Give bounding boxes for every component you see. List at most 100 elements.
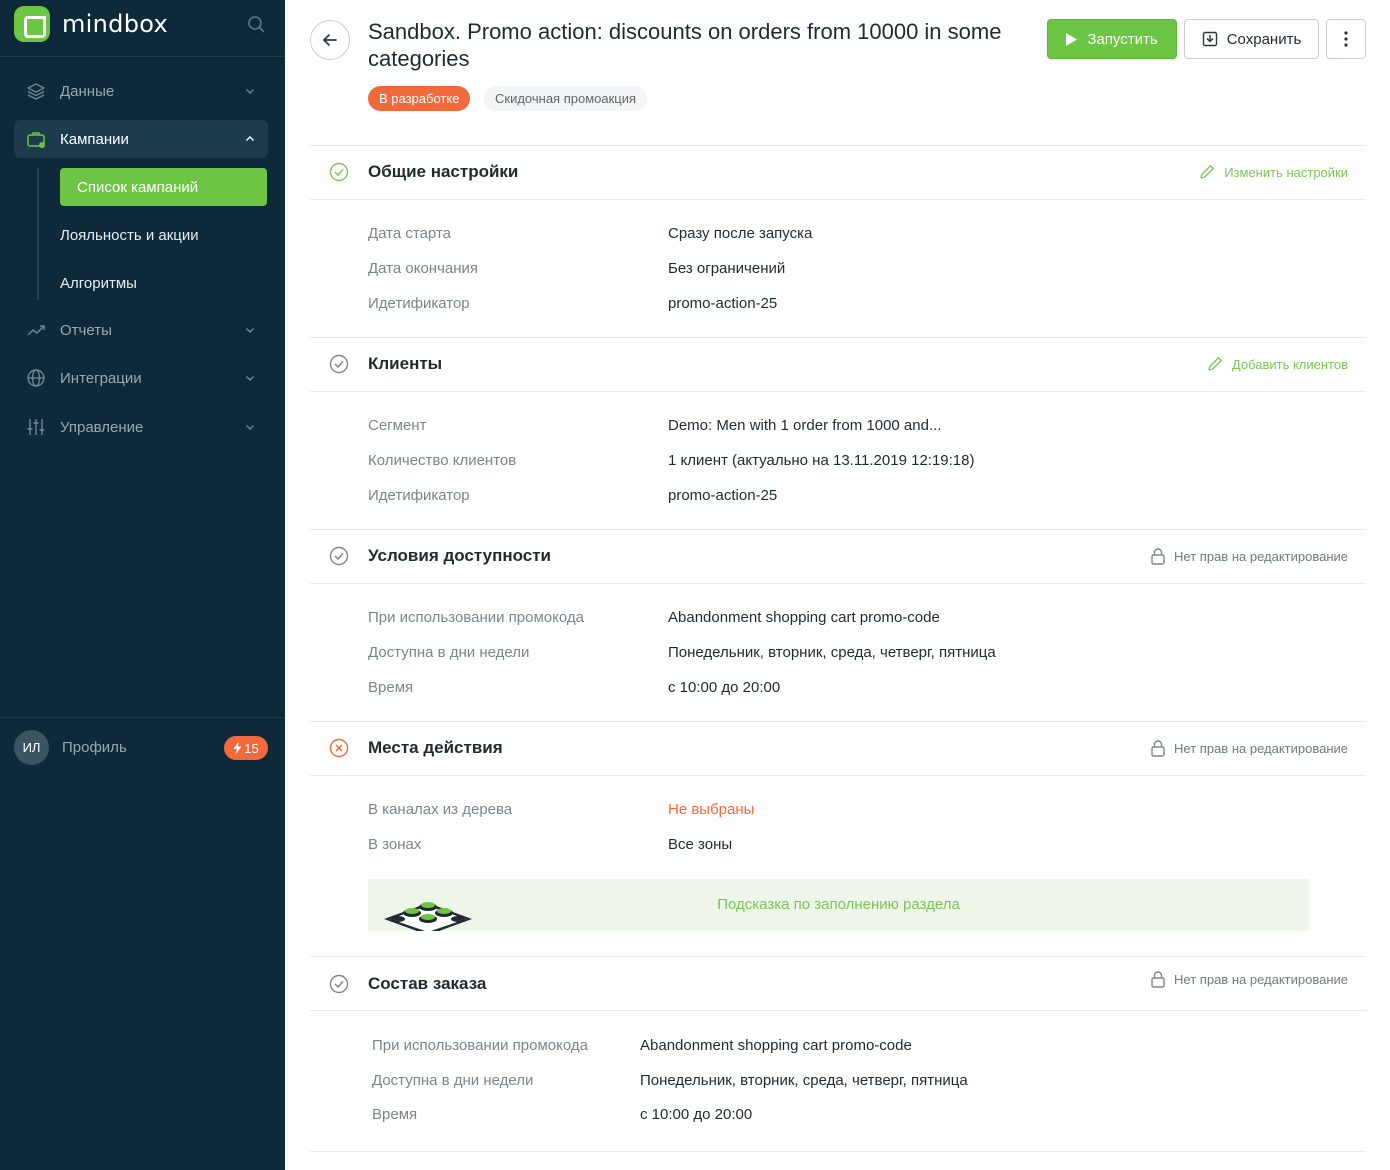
mindbox-logo-icon [14,6,50,42]
campaign-type-badge: Скидочная промоакция [484,86,648,111]
sidebar-item-label: Данные [60,82,115,100]
status-badge: В разработке [368,86,471,111]
sidebar-item-management[interactable]: Управление [14,408,268,446]
sidebar-divider [0,56,285,57]
trend-icon [27,325,45,336]
search-icon[interactable] [247,15,265,33]
no-edit-rights-notice: Нет прав на редактирование [1150,970,1348,988]
section-hint-text: Подсказка по заполнению раздела [717,896,960,913]
section-hint-banner[interactable]: Подсказка по заполнению раздела [368,879,1309,931]
sidebar-item-data[interactable]: Данные [14,72,268,110]
sidebar-item-label: Интеграции [60,369,142,387]
no-edit-rights-label: Нет прав на редактирование [1174,740,1348,756]
sidebar-item-integrations[interactable]: Интеграции [14,359,268,397]
campaign-icon [27,132,45,148]
lock-icon [1151,548,1165,565]
save-button-label: Сохранить [1226,30,1302,48]
page-title: Sandbox. Promo action: discounts on orde… [368,19,1002,71]
row-value: promo-action-25 [668,295,778,312]
run-button[interactable]: Запустить [1047,19,1177,59]
sliders-icon [27,419,45,435]
pencil-icon [1208,357,1222,371]
section-title-places: Места действия [368,738,503,757]
section-divider [310,956,1366,957]
sidebar: mindbox Данные Кампании Список кампаний … [0,0,285,1170]
check-circle-icon [329,354,349,374]
row-value: 1 клиент (актуально на 13.11.2019 12:19:… [668,452,975,469]
lock-icon [1151,971,1165,988]
arrow-left-icon [323,34,337,46]
section-divider [310,529,1366,530]
lock-icon [1151,740,1165,757]
no-edit-rights-label: Нет прав на редактирование [1174,548,1348,564]
chevron-down-icon [246,328,254,333]
more-vertical-icon [1344,31,1348,47]
section-divider [310,199,1366,200]
row-label: Идетификатор [368,295,470,312]
sidebar-item-campaigns[interactable]: Кампании [14,120,268,158]
row-label: Идетификатор [368,487,470,504]
section-divider [310,583,1366,584]
row-value: Demo: Men with 1 order from 1000 and... [668,417,942,434]
row-label: В каналах из дерева [368,801,513,818]
row-value: с 10:00 до 20:00 [668,679,781,696]
notification-badge[interactable]: 15 [224,736,268,760]
sidebar-item-label: Кампании [60,130,129,148]
layers-icon [27,83,45,100]
save-icon [1202,31,1217,47]
chevron-down-icon [246,376,254,381]
more-options-button[interactable] [1326,19,1366,59]
chevron-down-icon [246,425,254,430]
row-label: Доступна в дни недели [368,644,530,661]
row-value: Все зоны [668,836,733,853]
play-icon [1066,32,1078,46]
avatar[interactable]: ИЛ [14,730,49,765]
sidebar-item-reports[interactable]: Отчеты [14,311,268,349]
chevron-down-icon [246,89,254,94]
sidebar-item-label: Отчеты [60,321,112,339]
row-value: promo-action-25 [668,487,778,504]
row-value: с 10:00 до 20:00 [640,1106,753,1123]
section-divider [310,337,1366,338]
row-label: Время [372,1106,418,1123]
check-circle-icon [329,162,349,182]
profile[interactable]: ИЛ Профиль 15 [14,730,268,766]
row-label: Дата старта [368,225,451,242]
row-value: Понедельник, вторник, среда, четверг, пя… [640,1072,968,1089]
save-button[interactable]: Сохранить [1184,19,1319,59]
check-circle-icon [329,546,349,566]
submenu-line [37,168,39,300]
edit-settings-link[interactable]: Изменить настройки [1198,163,1348,181]
no-edit-rights-notice: Нет прав на редактирование [1150,739,1348,757]
brand-name: mindbox [62,10,168,38]
row-value: Сразу после запуска [668,225,813,242]
add-clients-label: Добавить клиентов [1231,356,1348,372]
row-value: Abandonment shopping cart promo-code [668,609,940,626]
row-label: Сегмент [368,417,427,434]
back-button[interactable] [310,20,350,60]
error-circle-icon [329,738,349,758]
section-title-clients: Клиенты [368,354,443,373]
brand[interactable]: mindbox [14,6,168,42]
add-clients-link[interactable]: Добавить клиентов [1206,355,1348,373]
section-divider [310,145,1366,146]
profile-label: Профиль [62,739,127,756]
row-label: Доступна в дни недели [372,1072,534,1089]
row-label: Дата окончания [368,260,479,277]
row-value: Abandonment shopping cart promo-code [640,1037,912,1054]
row-value: Понедельник, вторник, среда, четверг, пя… [668,644,996,661]
row-label: При использовании промокода [368,609,584,626]
sidebar-subitem-loyalty[interactable]: Лояльность и акции [60,216,267,254]
chevron-up-icon [246,136,254,141]
row-label: Время [368,679,414,696]
row-label: В зонах [368,836,422,853]
lightning-icon [233,742,242,754]
sidebar-subitem-campaign-list[interactable]: Список кампаний [60,168,267,206]
section-divider [310,1151,1366,1152]
section-title-order: Состав заказа [368,974,487,993]
sidebar-subitem-algorithms[interactable]: Алгоритмы [60,264,267,302]
edit-settings-label: Изменить настройки [1224,164,1348,180]
run-button-label: Запустить [1087,30,1158,48]
row-value-warning: Не выбраны [668,801,755,818]
no-edit-rights-notice: Нет прав на редактирование [1150,547,1348,565]
